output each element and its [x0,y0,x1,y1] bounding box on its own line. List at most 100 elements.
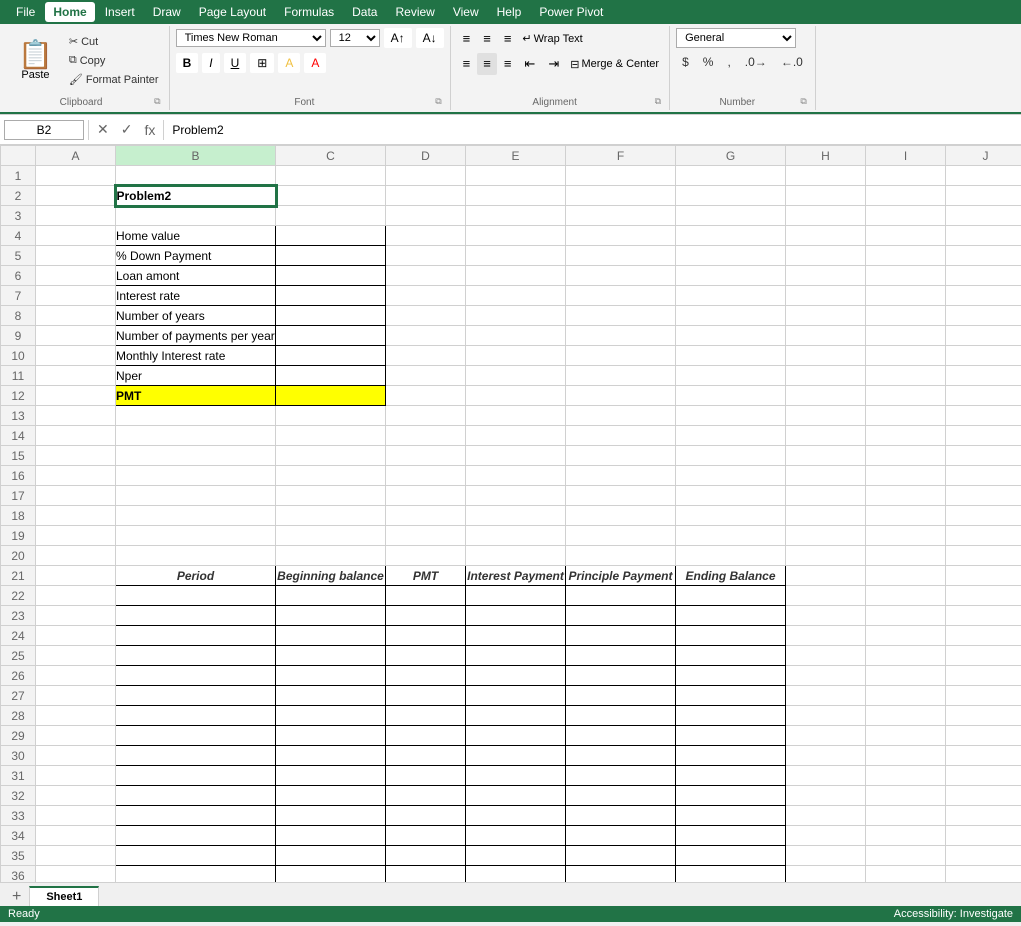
menu-formulas[interactable]: Formulas [276,2,342,22]
cell-C9[interactable] [276,326,386,346]
menu-power-pivot[interactable]: Power Pivot [531,2,611,22]
cell-H10[interactable] [786,346,866,366]
clipboard-expand-icon[interactable]: ⧉ [152,95,162,108]
cell-F11[interactable] [566,366,676,386]
cell-E21[interactable]: Interest Payment [466,566,566,586]
cell-A10[interactable] [36,346,116,366]
cell-J1[interactable] [946,166,1021,186]
function-icon[interactable]: fx [140,120,159,140]
cell-E6[interactable] [466,266,566,286]
cell-D2[interactable] [386,186,466,206]
cell-C7[interactable] [276,286,386,306]
menu-file[interactable]: File [8,2,43,22]
cell-D6[interactable] [386,266,466,286]
percent-button[interactable]: % [697,52,720,72]
cell-D1[interactable] [386,166,466,186]
cell-B7[interactable]: Interest rate [116,286,276,306]
cell-G3[interactable] [676,206,786,226]
menu-insert[interactable]: Insert [97,2,143,22]
menu-review[interactable]: Review [387,2,442,22]
cell-B11[interactable]: Nper [116,366,276,386]
bold-button[interactable]: B [176,53,199,73]
cell-F4[interactable] [566,226,676,246]
border-button[interactable]: ⊞ [250,53,274,73]
cell-D12[interactable] [386,386,466,406]
align-left-button[interactable]: ≡ [457,53,477,75]
cell-E9[interactable] [466,326,566,346]
paste-button[interactable]: 📋 Paste [10,37,61,85]
cell-D11[interactable] [386,366,466,386]
cell-A13[interactable] [36,406,116,426]
cell-H4[interactable] [786,226,866,246]
cell-E3[interactable] [466,206,566,226]
cell-A8[interactable] [36,306,116,326]
cell-A2[interactable] [36,186,116,206]
cell-J12[interactable] [946,386,1021,406]
cell-I11[interactable] [866,366,946,386]
cell-D3[interactable] [386,206,466,226]
cell-J6[interactable] [946,266,1021,286]
cell-G7[interactable] [676,286,786,306]
number-format-select[interactable]: General [676,28,796,48]
cell-G12[interactable] [676,386,786,406]
cell-J5[interactable] [946,246,1021,266]
cell-D10[interactable] [386,346,466,366]
cell-I12[interactable] [866,386,946,406]
font-color-button[interactable]: A [304,53,326,73]
increase-indent-button[interactable]: ⇥ [542,53,565,75]
cell-E8[interactable] [466,306,566,326]
cell-I8[interactable] [866,306,946,326]
cell-E5[interactable] [466,246,566,266]
cell-H8[interactable] [786,306,866,326]
cell-I1[interactable] [866,166,946,186]
cell-H6[interactable] [786,266,866,286]
font-name-select[interactable]: Times New Roman [176,29,326,47]
cell-B3[interactable] [116,206,276,226]
cell-F9[interactable] [566,326,676,346]
col-header-D[interactable]: D [386,146,466,166]
cell-H3[interactable] [786,206,866,226]
cell-B1[interactable] [116,166,276,186]
cell-D5[interactable] [386,246,466,266]
cell-D9[interactable] [386,326,466,346]
merge-center-button[interactable]: ⊟ Merge & Center [566,53,663,75]
align-middle-button[interactable]: ≡ [477,28,497,49]
font-expand-icon[interactable]: ⧉ [433,95,443,108]
cell-reference-input[interactable] [4,120,84,140]
col-header-E[interactable]: E [466,146,566,166]
underline-button[interactable]: U [224,53,247,73]
cell-J8[interactable] [946,306,1021,326]
col-header-G[interactable]: G [676,146,786,166]
menu-draw[interactable]: Draw [145,2,189,22]
cell-G4[interactable] [676,226,786,246]
cell-I9[interactable] [866,326,946,346]
cell-H12[interactable] [786,386,866,406]
cell-G1[interactable] [676,166,786,186]
cell-F10[interactable] [566,346,676,366]
cut-button[interactable]: ✂ Cut [65,33,163,50]
cell-H2[interactable] [786,186,866,206]
cell-A12[interactable] [36,386,116,406]
cell-I10[interactable] [866,346,946,366]
decrease-indent-button[interactable]: ⇤ [518,53,541,75]
cell-H5[interactable] [786,246,866,266]
cell-G21[interactable]: Ending Balance [676,566,786,586]
cell-E12[interactable] [466,386,566,406]
cell-F8[interactable] [566,306,676,326]
cell-G5[interactable] [676,246,786,266]
cell-B10[interactable]: Monthly Interest rate [116,346,276,366]
col-header-H[interactable]: H [786,146,866,166]
cell-D7[interactable] [386,286,466,306]
cell-F7[interactable] [566,286,676,306]
cell-I5[interactable] [866,246,946,266]
dollar-button[interactable]: $ [676,52,695,72]
cell-E2[interactable] [466,186,566,206]
cell-E4[interactable] [466,226,566,246]
wrap-text-button[interactable]: ↵ Wrap Text [518,28,586,49]
cell-F1[interactable] [566,166,676,186]
align-right-button[interactable]: ≡ [498,53,518,75]
cell-C10[interactable] [276,346,386,366]
formula-input[interactable] [168,121,1017,139]
cell-B5[interactable]: % Down Payment [116,246,276,266]
cell-C3[interactable] [276,206,386,226]
